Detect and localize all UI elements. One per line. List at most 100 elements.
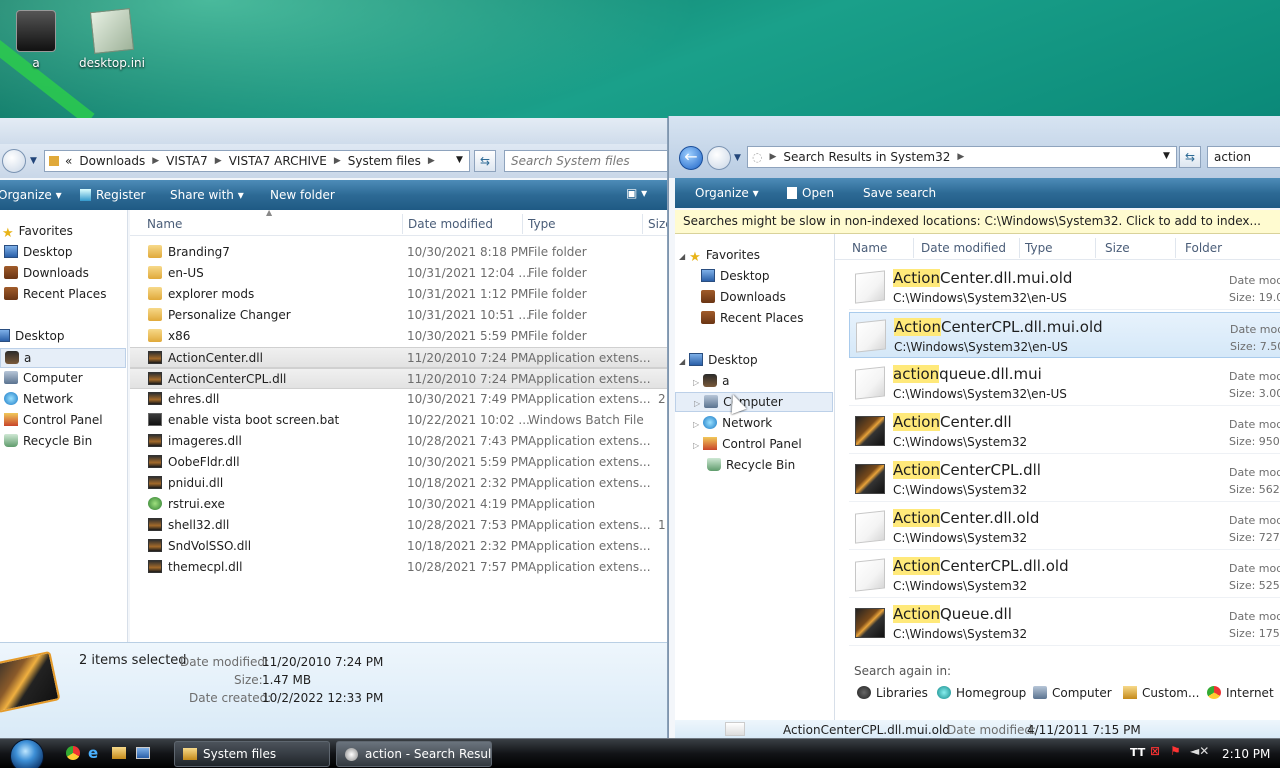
show-desktop-icon[interactable] <box>136 747 150 759</box>
crumb-vista7-archive[interactable]: VISTA7 ARCHIVE <box>229 154 327 168</box>
col-size[interactable]: Size <box>648 217 667 231</box>
recent-pages-icon[interactable]: ▼ <box>734 153 741 163</box>
table-row[interactable]: shell32.dll 10/28/2021 7:53 PM Application… <box>130 515 667 536</box>
table-row[interactable]: en-US 10/31/2021 12:04 ... File folder <box>130 263 667 284</box>
refresh-icon[interactable]: ⇆ <box>474 150 496 172</box>
organize-button[interactable]: Organize ▾ <box>0 188 62 202</box>
forward-button[interactable] <box>707 146 731 170</box>
table-row[interactable]: Personalize Changer 10/31/2021 10:51 ... F… <box>130 305 667 326</box>
nav-desktop[interactable]: Desktop <box>4 245 73 259</box>
search-input[interactable]: Search System files <box>504 150 667 172</box>
nav-desktop-root[interactable]: Desktop <box>0 329 65 343</box>
task-system-files[interactable]: System files <box>174 741 330 767</box>
nav-computer[interactable]: ▷ Computer <box>675 392 833 412</box>
nav-downloads[interactable]: Downloads <box>4 266 89 280</box>
address-dropdown-icon[interactable]: ▼ <box>456 155 463 165</box>
crumb-system-files[interactable]: System files <box>348 154 421 168</box>
col-name[interactable]: Name <box>147 217 182 231</box>
nav-network[interactable]: ▷ Network <box>693 416 772 430</box>
table-row[interactable]: ehres.dll 10/30/2021 7:49 PM Application e… <box>130 389 667 410</box>
desktop-icon-desktop-ini[interactable]: desktop.ini <box>72 8 152 70</box>
list-item[interactable]: ActionQueue.dll C:\Windows\System32 Date m… <box>849 600 1280 646</box>
table-row[interactable]: pnidui.dll 10/18/2021 2:32 PM Application … <box>130 473 667 494</box>
nav-desktop-root[interactable]: ◢ Desktop <box>679 353 758 367</box>
share-with-button[interactable]: Share with ▾ <box>170 188 244 202</box>
crumb-downloads[interactable]: Downloads <box>79 154 145 168</box>
search-again-option[interactable]: Internet <box>1207 686 1274 700</box>
nav-downloads[interactable]: Downloads <box>701 290 786 304</box>
view-options-icon[interactable]: ▣ ▾ <box>626 186 647 200</box>
explorer-quicklaunch-icon[interactable] <box>112 747 126 759</box>
nav-recycle-bin[interactable]: Recycle Bin <box>707 458 795 472</box>
col-name[interactable]: Name <box>852 241 887 255</box>
table-row[interactable]: explorer mods 10/31/2021 1:12 PM File fold… <box>130 284 667 305</box>
nav-network[interactable]: Network <box>4 392 73 406</box>
open-button[interactable]: Open <box>787 186 834 200</box>
nav-favorites[interactable]: ◢ ★ Favorites <box>679 248 760 265</box>
address-dropdown-icon[interactable]: ▼ <box>1163 151 1170 161</box>
address-bar[interactable]: « Downloads ▶ VISTA7 ▶ VISTA7 ARCHIVE ▶ … <box>44 150 470 172</box>
window-titlebar[interactable] <box>0 118 667 144</box>
crumb-overflow[interactable]: « <box>65 154 72 168</box>
back-button[interactable]: ← <box>679 146 703 170</box>
col-date-modified[interactable]: Date modified <box>921 241 1006 255</box>
nav-recent-places[interactable]: Recent Places <box>701 311 803 325</box>
action-center-flag-icon[interactable]: ⚑ <box>1170 744 1181 758</box>
search-again-option[interactable]: Custom... <box>1123 686 1199 700</box>
volume-muted-icon[interactable]: ◄✕ <box>1190 744 1209 758</box>
table-row[interactable]: themecpl.dll 10/28/2021 7:57 PM Applicatio… <box>130 557 667 578</box>
list-item[interactable]: actionqueue.dll.mui C:\Windows\System32\e… <box>849 360 1280 406</box>
explorer-window-search-results[interactable]: ← ▼ ◌ ▶ Search Results in System32 ▶ ▼ ⇆… <box>668 116 1280 738</box>
search-again-option[interactable]: Computer <box>1033 686 1112 700</box>
start-button[interactable] <box>10 739 44 768</box>
col-folder[interactable]: Folder <box>1185 241 1222 255</box>
new-folder-button[interactable]: New folder <box>270 188 335 202</box>
nav-favorites[interactable]: ★ Favorites <box>2 224 73 241</box>
nav-recycle-bin[interactable]: Recycle Bin <box>4 434 92 448</box>
col-size[interactable]: Size <box>1105 241 1130 255</box>
nav-computer[interactable]: Computer <box>4 371 83 385</box>
chrome-icon[interactable] <box>66 746 80 760</box>
list-item[interactable]: ActionCenterCPL.dll.mui.old C:\Windows\Sy… <box>849 312 1280 358</box>
recent-pages-icon[interactable]: ▼ <box>30 156 37 166</box>
search-input[interactable]: action <box>1207 146 1280 168</box>
explorer-window-system-files[interactable]: ▼ « Downloads ▶ VISTA7 ▶ VISTA7 ARCHIVE … <box>0 118 668 738</box>
index-warning-bar[interactable]: Searches might be slow in non-indexed lo… <box>675 210 1280 234</box>
nav-a[interactable]: ▷ a <box>693 374 730 388</box>
table-row[interactable]: imageres.dll 10/28/2021 7:43 PM Applicatio… <box>130 431 667 452</box>
refresh-icon[interactable]: ⇆ <box>1179 146 1201 168</box>
list-item[interactable]: ActionCenter.dll.old C:\Windows\System32 D… <box>849 504 1280 550</box>
nav-a[interactable]: a <box>0 348 126 368</box>
nav-control-panel[interactable]: ▷ Control Panel <box>693 437 802 451</box>
list-item[interactable]: ActionCenterCPL.dll.old C:\Windows\System… <box>849 552 1280 598</box>
table-row[interactable]: rstrui.exe 10/30/2021 4:19 PM Application <box>130 494 667 515</box>
desktop-icon-a[interactable]: a <box>0 10 76 70</box>
language-bar-icon[interactable]: TT <box>1130 746 1145 759</box>
table-row[interactable]: x86 10/30/2021 5:59 PM File folder <box>130 326 667 347</box>
table-row[interactable]: enable vista boot screen.bat 10/22/2021 1… <box>130 410 667 431</box>
crumb-vista7[interactable]: VISTA7 <box>166 154 208 168</box>
register-button[interactable]: Register <box>80 188 145 202</box>
list-item[interactable]: ActionCenter.dll C:\Windows\System32 Date … <box>849 408 1280 454</box>
search-again-option[interactable]: Libraries <box>857 686 928 700</box>
nav-desktop[interactable]: Desktop <box>701 269 770 283</box>
task-search-results[interactable]: action - Search Resul... <box>336 741 492 767</box>
table-row[interactable]: OobeFldr.dll 10/30/2021 5:59 PM Applicatio… <box>130 452 667 473</box>
crumb-search-results[interactable]: Search Results in System32 <box>783 150 950 164</box>
internet-explorer-icon[interactable]: e <box>88 744 98 762</box>
forward-button[interactable] <box>2 149 26 173</box>
search-again-option[interactable]: Homegroup <box>937 686 1026 700</box>
clock[interactable]: 2:10 PM <box>1222 747 1270 761</box>
list-item[interactable]: ActionCenterCPL.dll C:\Windows\System32 Da… <box>849 456 1280 502</box>
organize-button[interactable]: Organize ▾ <box>695 186 759 200</box>
list-item[interactable]: ActionCenter.dll.mui.old C:\Windows\Syste… <box>849 264 1280 310</box>
table-row[interactable]: SndVolSSO.dll 10/18/2021 2:32 PM Applicati… <box>130 536 667 557</box>
network-error-icon[interactable]: ⊠ <box>1150 744 1160 758</box>
nav-control-panel[interactable]: Control Panel <box>4 413 103 427</box>
address-bar[interactable]: ◌ ▶ Search Results in System32 ▶ <box>747 146 1177 168</box>
nav-recent-places[interactable]: Recent Places <box>4 287 106 301</box>
table-row[interactable]: ActionCenter.dll 11/20/2010 7:24 PM Applic… <box>130 347 667 368</box>
table-row[interactable]: Branding7 10/30/2021 8:18 PM File folder <box>130 242 667 263</box>
col-type[interactable]: Type <box>528 217 556 231</box>
col-date-modified[interactable]: Date modified <box>408 217 493 231</box>
